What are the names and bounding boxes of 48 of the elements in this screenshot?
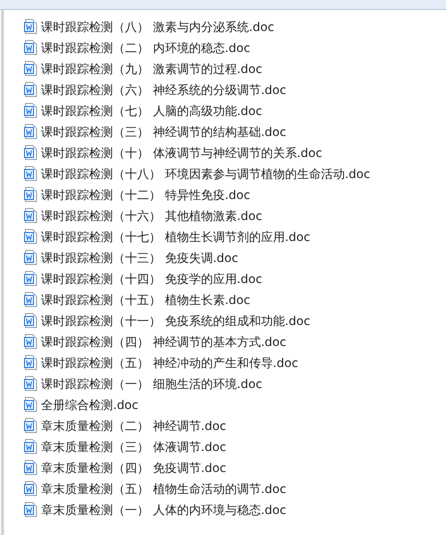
file-item[interactable]: 课时跟踪检测（六） 神经系统的分级调节.doc [24,79,446,100]
document-icon [24,460,37,475]
document-icon [24,166,37,181]
file-item[interactable]: 课时跟踪检测（十五） 植物生长素.doc [24,289,446,310]
document-icon [24,103,37,118]
document-icon [24,397,37,412]
document-icon [24,145,37,160]
document-icon [24,229,37,244]
file-item[interactable]: 课时跟踪检测（十七） 植物生长调节剂的应用.doc [24,226,446,247]
document-icon [24,355,37,370]
document-icon [24,250,37,265]
document-icon [24,40,37,55]
document-icon [24,271,37,286]
document-icon [24,208,37,223]
document-icon [24,82,37,97]
document-icon [24,481,37,496]
document-icon [24,439,37,454]
file-item[interactable]: 课时跟踪检测（四） 神经调节的基本方式.doc [24,331,446,352]
file-item[interactable]: 章末质量检测（四） 免疫调节.doc [24,457,446,478]
file-item[interactable]: 课时跟踪检测（十四） 免疫学的应用.doc [24,268,446,289]
document-icon [24,187,37,202]
file-item[interactable]: 课时跟踪检测（十） 体液调节与神经调节的关系.doc [24,142,446,163]
document-icon [24,334,37,349]
file-item[interactable]: 课时跟踪检测（十二） 特异性免疫.doc [24,184,446,205]
file-item[interactable]: 课时跟踪检测（五） 神经冲动的产生和传导.doc [24,352,446,373]
file-item[interactable]: 全册综合检测.doc [24,394,446,415]
document-icon [24,376,37,391]
file-item[interactable]: 课时跟踪检测（十六） 其他植物激素.doc [24,205,446,226]
file-item[interactable]: 课时跟踪检测（十一） 免疫系统的组成和功能.doc [24,310,446,331]
document-icon [24,61,37,76]
document-icon [24,124,37,139]
file-item[interactable]: 课时跟踪检测（十八） 环境因素参与调节植物的生命活动.doc [24,163,446,184]
file-item[interactable]: 课时跟踪检测（八） 激素与内分泌系统.doc [24,16,446,37]
document-icon [24,19,37,34]
file-item[interactable]: 课时跟踪检测（七） 人脑的高级功能.doc [24,100,446,121]
document-icon [24,292,37,307]
file-item[interactable]: 课时跟踪检测（十三） 免疫失调.doc [24,247,446,268]
file-item[interactable]: 课时跟踪检测（九） 激素调节的过程.doc [24,58,446,79]
file-item[interactable]: 章末质量检测（二） 神经调节.doc [24,415,446,436]
document-icon [24,418,37,433]
file-item[interactable]: 课时跟踪检测（二） 内环境的稳态.doc [24,37,446,58]
file-item[interactable]: 章末质量检测（五） 植物生命活动的调节.doc [24,478,446,499]
document-icon [24,313,37,328]
document-icon [24,502,37,517]
file-item[interactable]: 课时跟踪检测（一） 细胞生活的环境.doc [24,373,446,394]
file-item[interactable]: 章末质量检测（一） 人体的内环境与稳态.doc [24,499,446,520]
file-item[interactable]: 章末质量检测（三） 体液调节.doc [24,436,446,457]
file-item[interactable]: 课时跟踪检测（三） 神经调节的结构基础.doc [24,121,446,142]
